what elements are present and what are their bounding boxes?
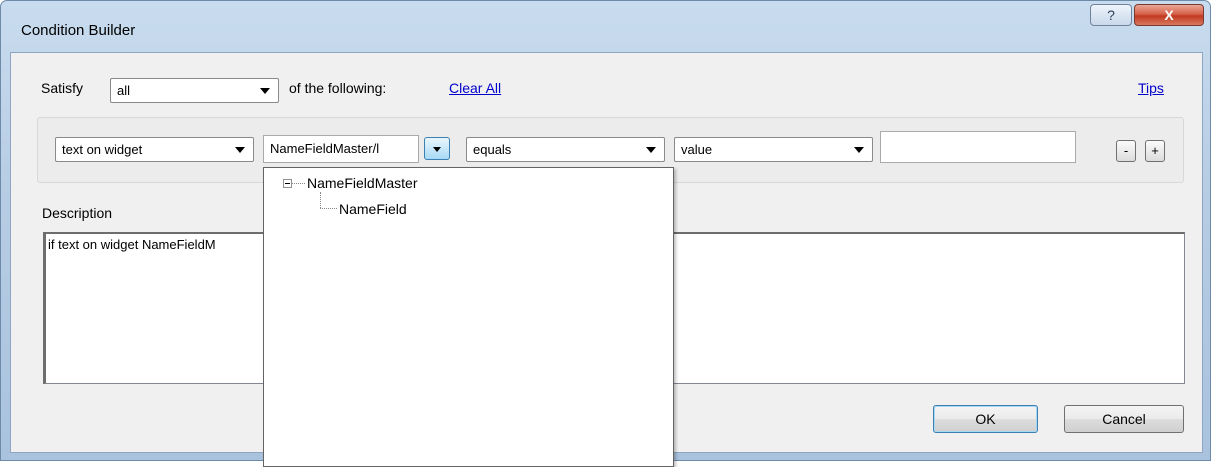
close-button[interactable]: X [1134, 4, 1204, 26]
widget-tree-popup: NameFieldMaster NameField [263, 167, 674, 467]
satisfy-suffix-label: of the following: [289, 80, 387, 96]
ok-button[interactable]: OK [933, 405, 1038, 433]
operand-value: value [681, 142, 713, 157]
ok-button-label: OK [975, 411, 996, 427]
tree-node-namefield[interactable]: NameField [339, 201, 407, 217]
tree-connector [292, 183, 305, 184]
widget-dropdown-button[interactable] [424, 137, 450, 160]
remove-condition-button[interactable]: - [1116, 140, 1136, 162]
chevron-down-icon [260, 88, 270, 94]
add-condition-button[interactable]: + [1145, 140, 1165, 162]
description-text: if text on widget NameFieldM [48, 237, 216, 252]
title-bar: Condition Builder ? X [1, 1, 1210, 51]
clear-all-link[interactable]: Clear All [449, 80, 501, 96]
tips-link[interactable]: Tips [1138, 80, 1164, 96]
chevron-down-icon [646, 147, 656, 153]
operator-value: equals [473, 142, 512, 157]
help-icon: ? [1107, 7, 1115, 23]
close-icon: X [1164, 7, 1174, 23]
widget-path-field[interactable]: NameFieldMaster/l [263, 135, 419, 163]
satisfy-select-value: all [117, 83, 131, 98]
condition-type-value: text on widget [62, 142, 143, 157]
satisfy-label: Satisfy [41, 80, 84, 96]
value-input[interactable] [880, 131, 1076, 163]
cancel-button-label: Cancel [1102, 411, 1146, 427]
chevron-down-icon [854, 147, 864, 153]
tree-connector [320, 208, 337, 209]
condition-type-select[interactable]: text on widget [55, 137, 254, 162]
help-button[interactable]: ? [1090, 4, 1132, 26]
plus-icon: + [1151, 143, 1159, 158]
chevron-down-icon [235, 147, 245, 153]
widget-path-value: NameFieldMaster/l [270, 141, 380, 156]
chevron-down-icon [433, 147, 441, 152]
cancel-button[interactable]: Cancel [1064, 405, 1184, 433]
satisfy-select[interactable]: all [110, 78, 279, 103]
operator-select[interactable]: equals [466, 137, 665, 162]
collapse-icon[interactable] [283, 179, 292, 188]
tree-node-namefieldmaster[interactable]: NameFieldMaster [307, 175, 417, 191]
tree-connector [320, 192, 321, 208]
minus-icon: - [1123, 143, 1129, 158]
operand-select[interactable]: value [674, 137, 873, 162]
description-label: Description [42, 205, 113, 221]
window-title: Condition Builder [21, 22, 136, 39]
